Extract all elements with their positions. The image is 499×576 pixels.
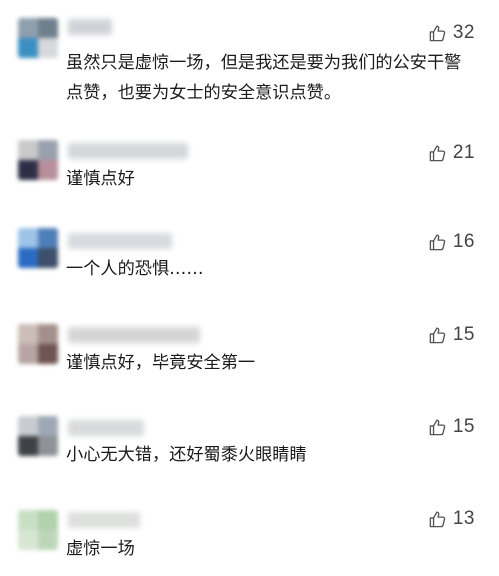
avatar-pixel	[18, 228, 38, 248]
thumbs-up-icon	[428, 233, 447, 252]
like-button[interactable]: 32	[428, 22, 475, 44]
avatar-pixel	[18, 140, 38, 160]
avatar[interactable]	[18, 324, 58, 364]
username-blurred[interactable]	[68, 512, 140, 528]
thumbs-up-icon	[428, 326, 447, 345]
avatar-pixel	[18, 160, 38, 180]
avatar-pixel	[38, 416, 58, 436]
comment-text: 虚惊一场	[66, 539, 135, 559]
thumbs-up-icon	[428, 144, 447, 163]
avatar[interactable]	[18, 416, 58, 456]
thumbs-up-icon	[428, 510, 447, 529]
avatar-pixel	[18, 416, 38, 436]
like-count: 15	[452, 324, 475, 345]
comment-text: 谨慎点好	[66, 169, 135, 189]
avatar[interactable]	[18, 228, 58, 268]
like-button[interactable]: 16	[428, 231, 475, 253]
like-button[interactable]: 15	[428, 324, 475, 346]
username-blurred[interactable]	[68, 19, 112, 35]
username-blurred[interactable]	[68, 233, 172, 249]
avatar-pixel	[38, 344, 58, 364]
avatar-pixel	[38, 228, 58, 248]
avatar-pixel	[38, 38, 58, 58]
avatar-pixel	[18, 248, 38, 268]
username-blurred[interactable]	[68, 327, 200, 343]
like-count: 15	[452, 416, 475, 437]
comment-text: 一个人的恐惧……	[66, 259, 204, 279]
avatar[interactable]	[18, 510, 58, 550]
username-blurred[interactable]	[68, 420, 144, 436]
like-count: 13	[452, 508, 475, 529]
avatar[interactable]	[18, 140, 58, 180]
thumbs-up-icon	[428, 24, 447, 43]
username-blurred[interactable]	[68, 143, 188, 159]
avatar-pixel	[18, 18, 38, 38]
avatar-pixel	[38, 140, 58, 160]
comment-text: 谨慎点好，毕竟安全第一	[66, 353, 256, 373]
avatar-pixel	[38, 18, 58, 38]
avatar-pixel	[38, 510, 58, 530]
like-count: 21	[452, 142, 475, 163]
avatar-pixel	[38, 160, 58, 180]
avatar-pixel	[18, 436, 38, 456]
avatar-pixel	[18, 38, 38, 58]
avatar-pixel	[18, 324, 38, 344]
avatar[interactable]	[18, 18, 58, 58]
avatar-pixel	[18, 344, 38, 364]
like-button[interactable]: 13	[428, 508, 475, 530]
avatar-pixel	[38, 530, 58, 550]
avatar-pixel	[18, 510, 38, 530]
like-count: 32	[452, 22, 475, 43]
like-count: 16	[452, 231, 475, 252]
comment-text: 虽然只是虚惊一场，但是我还是要为我们的公安干警点赞，也要为女士的安全意识点赞。	[66, 53, 462, 103]
avatar-pixel	[38, 248, 58, 268]
comment-text: 小心无大错，还好蜀黍火眼睛睛	[66, 445, 307, 465]
like-button[interactable]: 15	[428, 416, 475, 438]
thumbs-up-icon	[428, 418, 447, 437]
avatar-pixel	[38, 324, 58, 344]
like-button[interactable]: 21	[428, 142, 475, 164]
avatar-pixel	[38, 436, 58, 456]
avatar-pixel	[18, 530, 38, 550]
